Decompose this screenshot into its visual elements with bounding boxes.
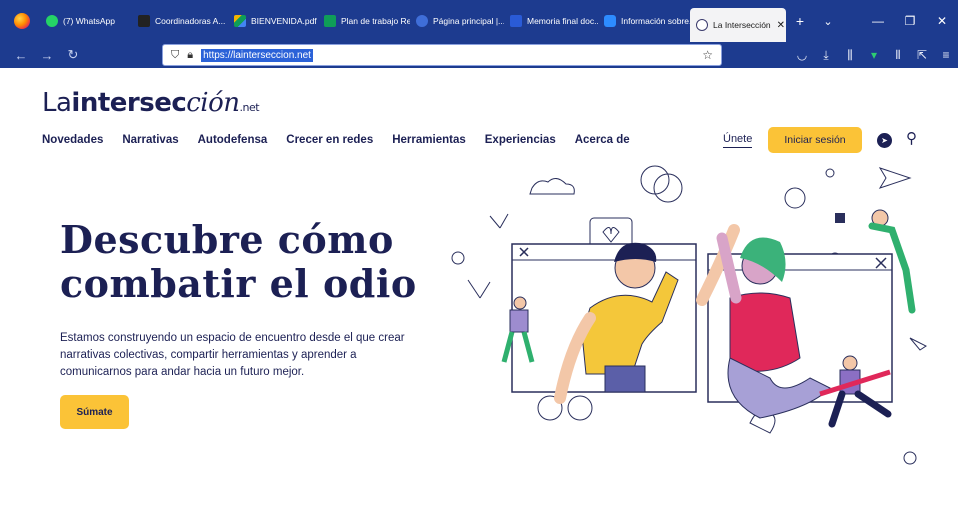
hero-title-line: Descubre cómo (60, 217, 394, 262)
tab-coordinadoras[interactable]: Coordinadoras A... (132, 0, 228, 42)
tab-bienvenida[interactable]: BIENVENIDA.pdf (228, 0, 318, 42)
minimize-icon[interactable]: — (862, 14, 894, 28)
circle-deco (640, 165, 670, 195)
menu-icon[interactable]: ≡ (934, 48, 958, 62)
menu-item-novedades[interactable]: Novedades (42, 134, 103, 146)
barcode-icon[interactable]: ⦀ (886, 48, 910, 63)
logo-part: intersec (71, 88, 187, 118)
hero-title-line: combatir el odio (60, 261, 417, 306)
reload-icon[interactable]: ↻ (60, 47, 86, 63)
url-text[interactable]: https://lainterseccion.net (201, 48, 313, 62)
tab-la-interseccion[interactable]: La Intersección ✕ (690, 8, 786, 42)
bicycle-wheel (567, 395, 593, 421)
share-icon[interactable]: ⇱ (910, 48, 934, 62)
web-page: Laintersección.net Novedades Narrativas … (0, 68, 958, 521)
browser-nav-bar: ← → ↻ ⛉ 🔒︎ https://lainterseccion.net ☆ … (0, 42, 958, 68)
tab-pagina-principal[interactable]: Página principal |... (410, 0, 504, 42)
forward-icon[interactable]: → (34, 48, 60, 63)
tab-label: Coordinadoras A... (155, 16, 226, 26)
drive-icon (234, 15, 246, 27)
restore-icon[interactable]: ❐ (894, 14, 926, 28)
main-menu: Novedades Narrativas Autodefensa Crecer … (42, 134, 649, 146)
person-pants (604, 365, 646, 393)
browser-tab-bar: (7) WhatsApp Coordinadoras A... BIENVENI… (0, 0, 958, 42)
sheets-icon (324, 15, 336, 27)
tab-label: La Intersección (713, 20, 771, 30)
paper-plane-icon (878, 167, 912, 189)
bird-icon (467, 279, 491, 299)
toolbar-right: ◡ ⤓ ⫼ ▾ ⦀ ⇱ ≡ (790, 42, 958, 68)
menu-item-crecer-en-redes[interactable]: Crecer en redes (286, 134, 373, 146)
shield-icon[interactable]: ⛉ (171, 49, 179, 62)
doc-icon (138, 15, 150, 27)
tab-label: BIENVENIDA.pdf (251, 16, 317, 26)
logo-part: .net (239, 101, 260, 114)
bird-icon (489, 213, 509, 229)
menu-item-autodefensa[interactable]: Autodefensa (198, 134, 268, 146)
tab-whatsapp[interactable]: (7) WhatsApp (40, 0, 132, 42)
firefox-menu-icon[interactable] (14, 13, 30, 29)
cloud-icon (529, 178, 575, 195)
menu-item-narrativas[interactable]: Narrativas (122, 134, 178, 146)
library-icon[interactable]: ⫼ (838, 48, 862, 63)
list-tabs-icon[interactable]: ⌄ (814, 15, 842, 28)
close-tab-icon[interactable]: ✕ (777, 20, 785, 31)
person-shirt (729, 292, 801, 372)
menu-item-herramientas[interactable]: Herramientas (392, 134, 466, 146)
tab-label: Plan de trabajo Re... (341, 16, 410, 26)
login-button[interactable]: Iniciar sesión (768, 127, 862, 153)
join-cta-button[interactable]: Súmate (60, 395, 129, 429)
tab-label: (7) WhatsApp (63, 16, 115, 26)
lainterseccion-icon (696, 19, 708, 31)
whatsapp-icon (46, 15, 58, 27)
close-window-icon[interactable]: ✕ (926, 14, 958, 28)
search-icon[interactable]: ⚲ (906, 129, 917, 147)
bookmark-star-icon[interactable]: ☆ (702, 48, 713, 62)
telegram-icon[interactable]: ➤ (877, 133, 892, 148)
back-icon[interactable]: ← (8, 48, 34, 63)
tab-label: Información sobre... (621, 16, 690, 26)
menu-item-acerca-de[interactable]: Acerca de (575, 134, 630, 146)
tab-label: Memoria final doc... (527, 16, 598, 26)
tab-memoria-final[interactable]: Memoria final doc... (504, 0, 598, 42)
megaphone-icon (835, 213, 845, 223)
zoom-icon (604, 15, 616, 27)
lock-icon[interactable]: 🔒︎ (187, 49, 193, 62)
logo-part: La (42, 88, 72, 118)
tab-plan-trabajo[interactable]: Plan de trabajo Re... (318, 0, 410, 42)
word-icon (510, 15, 522, 27)
extension-icon[interactable]: ▾ (862, 48, 886, 62)
logo-part: ción (186, 88, 240, 118)
pocket-icon[interactable]: ◡ (790, 48, 814, 62)
new-tab-icon[interactable]: + (786, 13, 814, 29)
site-icon (416, 15, 428, 27)
hero-illustration (451, 165, 927, 465)
cursor-icon (909, 337, 927, 351)
lightbulb-icon (784, 187, 806, 209)
menu-item-experiencias[interactable]: Experiencias (485, 134, 556, 146)
address-bar[interactable]: ⛉ 🔒︎ https://lainterseccion.net ☆ (162, 44, 722, 66)
site-logo[interactable]: Laintersección.net (42, 88, 260, 118)
tab-informacion[interactable]: Información sobre... (598, 0, 690, 42)
join-link[interactable]: Únete (723, 133, 753, 148)
circle-deco (653, 173, 683, 203)
hero-description: Estamos construyendo un espacio de encue… (60, 332, 405, 378)
download-icon[interactable]: ⤓ (814, 48, 838, 63)
tab-label: Página principal |... (433, 16, 504, 26)
hero-title: Descubre cómo combatir el odio (60, 218, 417, 306)
